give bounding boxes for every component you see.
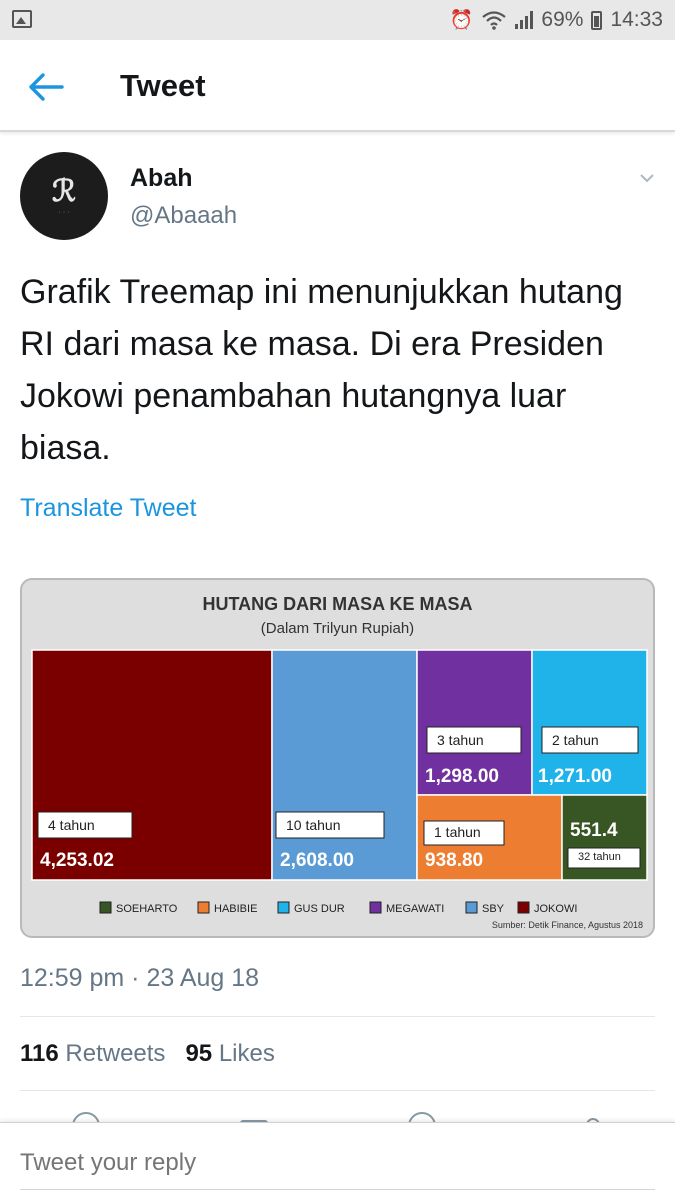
signal-icon <box>515 11 534 29</box>
treemap-chart: 4 tahun 4,253.02 10 tahun 2,608.00 3 tahun 1,… <box>31 649 648 915</box>
alarm-icon: ⏰ <box>449 10 474 31</box>
legend-label: SBY <box>482 903 505 915</box>
avatar[interactable]: ℛ · · · <box>20 152 108 240</box>
chevron-down-icon[interactable] <box>639 170 655 186</box>
period-label: 32 tahun <box>578 851 621 863</box>
legend-swatch <box>277 901 290 914</box>
author-handle[interactable]: @Abaaah <box>130 202 237 230</box>
chart-source: Sumber: Detik Finance, Agustus 2018 <box>491 920 643 930</box>
app-header: Tweet <box>0 40 675 132</box>
translate-tweet-link[interactable]: Translate Tweet <box>20 494 196 523</box>
likes-count: 95 <box>185 1040 213 1067</box>
avatar-logo-icon: ℛ <box>52 173 76 209</box>
status-icons: ⏰ 69% 14:33 <box>450 6 663 34</box>
arrow-left-icon[interactable] <box>28 72 64 102</box>
likes-label: Likes <box>218 1040 275 1067</box>
legend-label: GUS DUR <box>294 903 345 915</box>
retweets-label: Retweets <box>65 1040 166 1067</box>
value-label: 2,608.00 <box>280 850 354 871</box>
retweets-count: 116 <box>20 1040 59 1067</box>
value-label: 551.4 <box>570 820 618 841</box>
battery-icon <box>591 10 603 30</box>
value-label: 938.80 <box>425 850 483 871</box>
author-name[interactable]: Abah <box>130 164 193 193</box>
reply-underline <box>20 1189 655 1190</box>
tweet-stats: 116 Retweets 95 Likes <box>20 1040 275 1068</box>
legend-swatch <box>465 901 478 914</box>
image-icon <box>12 10 32 28</box>
divider <box>20 1016 655 1017</box>
treemap-cell-sby <box>271 649 418 881</box>
tweet-media-chart[interactable]: HUTANG DARI MASA KE MASA (Dalam Trilyun … <box>20 578 655 938</box>
tweet-text: Grafik Treemap ini menunjukkan hutang RI… <box>20 273 623 467</box>
period-label: 4 tahun <box>48 817 95 833</box>
period-label: 10 tahun <box>286 817 341 833</box>
likes-stat[interactable]: 95 Likes <box>185 1040 274 1068</box>
reply-bar <box>0 1122 675 1200</box>
divider <box>20 1090 655 1091</box>
battery-percent: 69% <box>541 8 584 31</box>
legend-swatch <box>99 901 112 914</box>
period-label: 3 tahun <box>437 732 484 748</box>
legend-label: JOKOWI <box>534 903 577 915</box>
legend-label: HABIBIE <box>214 903 257 915</box>
value-label: 4,253.02 <box>40 850 114 871</box>
period-label: 1 tahun <box>434 824 481 840</box>
status-bar: ⏰ 69% 14:33 <box>0 0 675 40</box>
legend-label: SOEHARTO <box>116 903 178 915</box>
treemap-cell-jokowi <box>31 649 273 881</box>
value-label: 1,298.00 <box>425 766 499 787</box>
retweets-stat[interactable]: 116 Retweets <box>20 1040 165 1068</box>
legend-label: MEGAWATI <box>386 903 444 915</box>
legend-swatch <box>197 901 210 914</box>
clock: 14:33 <box>610 8 663 31</box>
value-label: 1,271.00 <box>538 766 612 787</box>
tweet-timestamp[interactable]: 12:59 pm · 23 Aug 18 <box>20 964 259 993</box>
wifi-icon <box>482 11 507 30</box>
page-title: Tweet <box>120 68 206 103</box>
avatar-logo-caption-icon: · · · <box>58 208 70 216</box>
period-label: 2 tahun <box>552 732 599 748</box>
legend-swatch <box>369 901 382 914</box>
legend-swatch <box>517 901 530 914</box>
reply-input[interactable] <box>20 1149 620 1177</box>
